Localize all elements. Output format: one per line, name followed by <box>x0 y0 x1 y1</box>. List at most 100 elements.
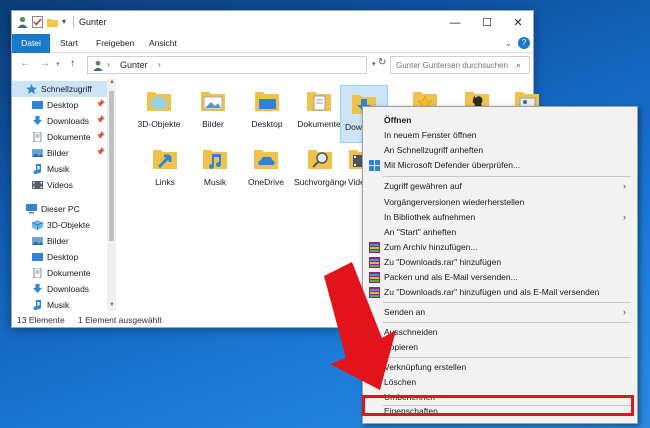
chevron-right-icon[interactable]: › <box>158 60 161 69</box>
sidebar-item-downloads[interactable]: Downloads 📌 <box>12 113 107 129</box>
pin-icon: 📌 <box>96 133 105 140</box>
menu-item-verknuepfung[interactable]: Verknüpfung erstellen <box>365 360 635 375</box>
defender-shield-icon <box>369 160 380 171</box>
menu-item-start-anheften[interactable]: An "Start" anheften <box>365 225 635 240</box>
menu-item-vorgaengerversionen[interactable]: Vorgängerversionen wiederherstellen <box>365 195 635 210</box>
music-icon <box>33 300 42 310</box>
submenu-arrow-icon: › <box>623 307 626 317</box>
forward-arrow-icon[interactable]: → <box>40 58 50 69</box>
help-icon[interactable]: ? <box>518 37 530 49</box>
minimize-icon: — <box>449 16 461 29</box>
sidebar-item-downloads-pc[interactable]: Downloads <box>12 281 107 297</box>
menu-item-oeffnen[interactable]: Öffnen <box>365 113 635 128</box>
sidebar-item-bilder[interactable]: Bilder 📌 <box>12 145 107 161</box>
menu-item-kopieren[interactable]: Kopieren <box>365 340 635 355</box>
breadcrumb[interactable]: Gunter <box>120 60 148 70</box>
menu-item-senden-an[interactable]: Senden an › <box>365 305 635 320</box>
sidebar-item-musik[interactable]: Musik <box>12 161 107 177</box>
close-icon: ✕ <box>513 17 523 29</box>
folder-desktop[interactable]: Desktop <box>242 83 292 141</box>
menu-item-defender-scan[interactable]: Mit Microsoft Defender überprüfen... <box>365 158 635 173</box>
menu-item-neues-fenster[interactable]: In neuem Fenster öffnen <box>365 128 635 143</box>
user-folder-icon[interactable] <box>17 16 28 28</box>
menu-item-bibliothek[interactable]: In Bibliothek aufnehmen › <box>365 210 635 225</box>
search-box[interactable]: ⌕ <box>390 56 530 74</box>
sidebar-item-dokumente[interactable]: Dokumente 📌 <box>12 129 107 145</box>
pictures-folder-icon <box>201 92 225 111</box>
close-button[interactable]: ✕ <box>503 11 533 34</box>
refresh-icon[interactable]: ↻ <box>378 57 386 68</box>
properties-icon[interactable] <box>32 16 43 28</box>
search-icon[interactable]: ⌕ <box>516 60 521 71</box>
menu-item-loeschen[interactable]: Löschen <box>365 375 635 390</box>
expand-ribbon-icon[interactable]: ⌄ <box>505 39 512 48</box>
window-title: Gunter <box>79 17 107 27</box>
desktop-icon <box>32 101 43 109</box>
menu-item-schnellzugriff-anheften[interactable]: An Schnellzugriff anheften <box>365 143 635 158</box>
folder-links[interactable]: Links <box>140 141 190 199</box>
address-row: ← → ▾ ↑ › Gunter › ▾ ↻ ⌕ <box>12 53 533 77</box>
desktop-folder-icon <box>255 92 279 111</box>
title-bar: ▾ Gunter — ☐ ✕ <box>12 11 533 34</box>
sidebar-item-dieser-pc[interactable]: Dieser PC <box>12 201 107 217</box>
sidebar-item-musik-pc[interactable]: Musik <box>12 297 107 311</box>
download-icon <box>33 284 42 293</box>
pictures-icon <box>32 149 43 157</box>
pictures-icon <box>32 237 43 245</box>
menu-item-rar-email[interactable]: Zu "Downloads.rar" hinzufügen und als E-… <box>365 285 635 300</box>
folder-suchvorgaenge[interactable]: Suchvorgänge <box>294 141 346 203</box>
menu-separator <box>383 176 631 177</box>
sidebar-item-videos[interactable]: Videos <box>12 177 107 193</box>
scroll-down-icon[interactable]: ▼ <box>109 302 115 308</box>
tab-ansicht[interactable]: Ansicht <box>141 34 185 53</box>
scroll-thumb[interactable] <box>109 91 114 241</box>
winrar-icon <box>369 287 380 298</box>
recent-locations-icon[interactable]: ▾ <box>56 60 60 68</box>
item-count: 13 Elemente <box>17 315 65 325</box>
folder-onedrive[interactable]: OneDrive <box>240 141 292 199</box>
3d-objects-icon <box>32 220 43 230</box>
tab-start[interactable]: Start <box>52 34 86 53</box>
pin-icon: 📌 <box>96 101 105 108</box>
minimize-button[interactable]: — <box>440 11 470 34</box>
star-icon <box>26 84 37 94</box>
tab-freigeben[interactable]: Freigeben <box>88 34 142 53</box>
sidebar-item-dokumente-pc[interactable]: Dokumente <box>12 265 107 281</box>
video-icon <box>32 181 43 189</box>
onedrive-folder-icon <box>254 150 278 169</box>
back-arrow-icon[interactable]: ← <box>20 58 30 69</box>
quick-access-dropdown-icon[interactable]: ▾ <box>62 17 66 26</box>
sidebar-item-3d-objekte[interactable]: 3D-Objekte <box>12 217 107 233</box>
highlight-box <box>362 395 634 416</box>
folder-3d-objekte[interactable]: 3D-Objekte <box>134 83 184 141</box>
menu-item-zugriff-gewaehren[interactable]: Zugriff gewähren auf › <box>365 179 635 194</box>
chevron-right-icon[interactable]: › <box>107 60 110 69</box>
new-folder-icon[interactable] <box>47 16 58 28</box>
pin-icon: 📌 <box>96 117 105 124</box>
menu-item-zum-archiv[interactable]: Zum Archiv hinzufügen... <box>365 240 635 255</box>
ribbon-tabs: Datei Start Freigeben Ansicht ⌄ ? <box>12 34 533 53</box>
menu-item-ausschneiden[interactable]: Ausschneiden <box>365 325 635 340</box>
folder-bilder[interactable]: Bilder <box>188 83 238 141</box>
sidebar-item-schnellzugriff[interactable]: Schnellzugriff <box>12 81 107 97</box>
context-menu: Öffnen In neuem Fenster öffnen An Schnel… <box>362 106 638 424</box>
document-icon <box>33 132 42 142</box>
sidebar-item-desktop-pc[interactable]: Desktop <box>12 249 107 265</box>
menu-item-packen-email[interactable]: Packen und als E-Mail versenden... <box>365 270 635 285</box>
search-input[interactable] <box>391 57 515 73</box>
maximize-icon: ☐ <box>482 17 492 29</box>
tab-datei[interactable]: Datei <box>12 34 50 53</box>
folder-dokumente[interactable]: Dokumente <box>294 83 344 141</box>
nav-scrollbar[interactable]: ▲ ▼ <box>107 79 116 311</box>
music-folder-icon <box>203 150 227 169</box>
scroll-up-icon[interactable]: ▲ <box>109 79 115 85</box>
folder-musik[interactable]: Musik <box>190 141 240 199</box>
chevron-down-icon[interactable]: ▾ <box>372 60 376 68</box>
sidebar-item-desktop[interactable]: Desktop 📌 <box>12 97 107 113</box>
maximize-button[interactable]: ☐ <box>472 11 502 34</box>
address-bar[interactable]: › Gunter › <box>87 56 367 74</box>
menu-item-zu-rar[interactable]: Zu "Downloads.rar" hinzufügen <box>365 255 635 270</box>
computer-icon <box>26 204 37 214</box>
up-arrow-icon[interactable]: ↑ <box>70 58 75 69</box>
sidebar-item-bilder-pc[interactable]: Bilder <box>12 233 107 249</box>
